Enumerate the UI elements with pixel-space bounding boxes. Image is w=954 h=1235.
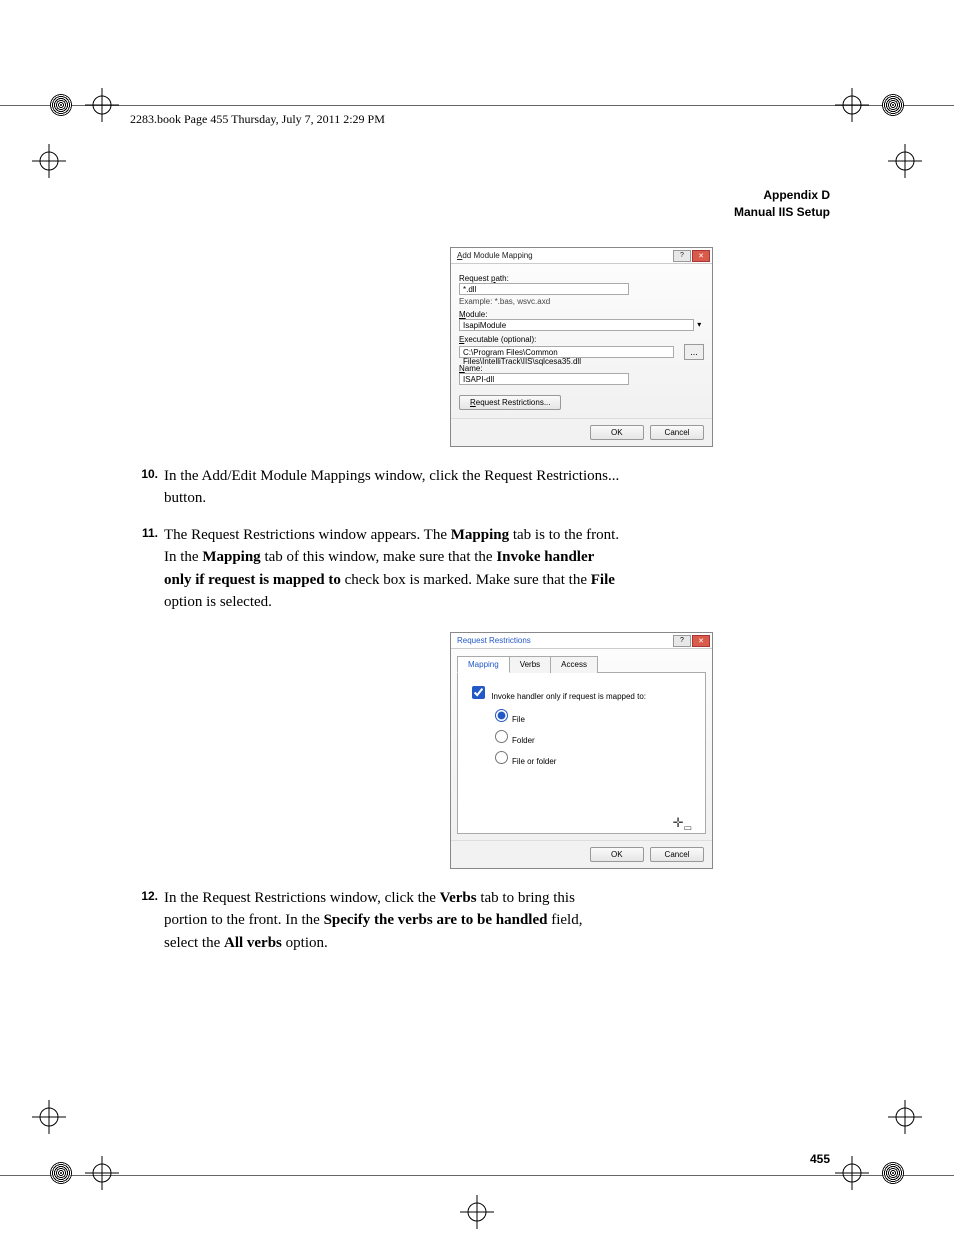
module-combo[interactable]: IsapiModule — [459, 319, 694, 331]
tab-mapping[interactable]: Mapping — [457, 656, 510, 673]
cancel-button[interactable]: Cancel — [650, 425, 704, 440]
request-path-input[interactable]: *.dll — [459, 283, 629, 295]
invoke-checkbox-row[interactable]: Invoke handler only if request is mapped… — [468, 692, 646, 701]
crop-circle — [882, 1162, 904, 1184]
executable-label: Executable (optional): — [459, 335, 704, 344]
radio-folder[interactable]: Folder — [490, 727, 695, 748]
crop-circle — [882, 94, 904, 116]
step-text: The Request Restrictions window appears.… — [164, 524, 620, 614]
request-restrictions-dialog: Request Restrictions ? ✕ Mapping Verbs A… — [450, 632, 713, 869]
help-button[interactable]: ? — [673, 635, 691, 647]
crop-circle — [50, 1162, 72, 1184]
example-hint: Example: *.bas, wsvc.axd — [459, 297, 704, 306]
registration-mark — [460, 1195, 494, 1229]
registration-mark — [32, 144, 66, 178]
dialog-title: Add Module Mapping ? ✕ — [451, 248, 712, 264]
executable-input[interactable]: C:\Program Files\Common Files\IntelliTra… — [459, 346, 674, 358]
registration-mark — [85, 1156, 119, 1190]
step-text: In the Add/Edit Module Mappings window, … — [164, 465, 620, 510]
tab-access[interactable]: Access — [550, 656, 598, 673]
chevron-down-icon[interactable]: ▾ — [694, 320, 704, 329]
registration-mark — [85, 88, 119, 122]
cancel-button[interactable]: Cancel — [650, 847, 704, 862]
ok-button[interactable]: OK — [590, 847, 644, 862]
crop-circle — [50, 94, 72, 116]
module-label: Module: — [459, 310, 704, 319]
registration-mark — [888, 144, 922, 178]
registration-mark — [888, 1100, 922, 1134]
step-number: 10. — [130, 465, 164, 510]
registration-mark — [32, 1100, 66, 1134]
appendix-header: Appendix D Manual IIS Setup — [130, 187, 830, 221]
step-text: In the Request Restrictions window, clic… — [164, 887, 620, 955]
step-number: 11. — [130, 524, 164, 614]
name-input[interactable]: ISAPI-dll — [459, 373, 629, 385]
registration-mark — [835, 1156, 869, 1190]
registration-mark — [835, 88, 869, 122]
radio-file[interactable]: File — [490, 706, 695, 727]
add-module-mapping-dialog: Add Module Mapping ? ✕ Request path: *.d… — [450, 247, 713, 447]
ok-button[interactable]: OK — [590, 425, 644, 440]
close-button[interactable]: ✕ — [692, 635, 710, 647]
cursor-icon: ✛▭ — [673, 815, 692, 834]
request-path-label: Request path: — [459, 274, 704, 283]
help-button[interactable]: ? — [673, 250, 691, 262]
close-button[interactable]: ✕ — [692, 250, 710, 262]
radio-file-or-folder[interactable]: File or folder — [490, 748, 695, 769]
invoke-checkbox[interactable] — [472, 686, 485, 699]
page-number: 455 — [810, 1152, 830, 1166]
page-header: 2283.book Page 455 Thursday, July 7, 201… — [130, 112, 830, 127]
browse-button[interactable]: ... — [684, 344, 704, 360]
tab-verbs[interactable]: Verbs — [509, 656, 551, 673]
step-number: 12. — [130, 887, 164, 955]
request-restrictions-button[interactable]: Request Restrictions... — [459, 395, 561, 410]
